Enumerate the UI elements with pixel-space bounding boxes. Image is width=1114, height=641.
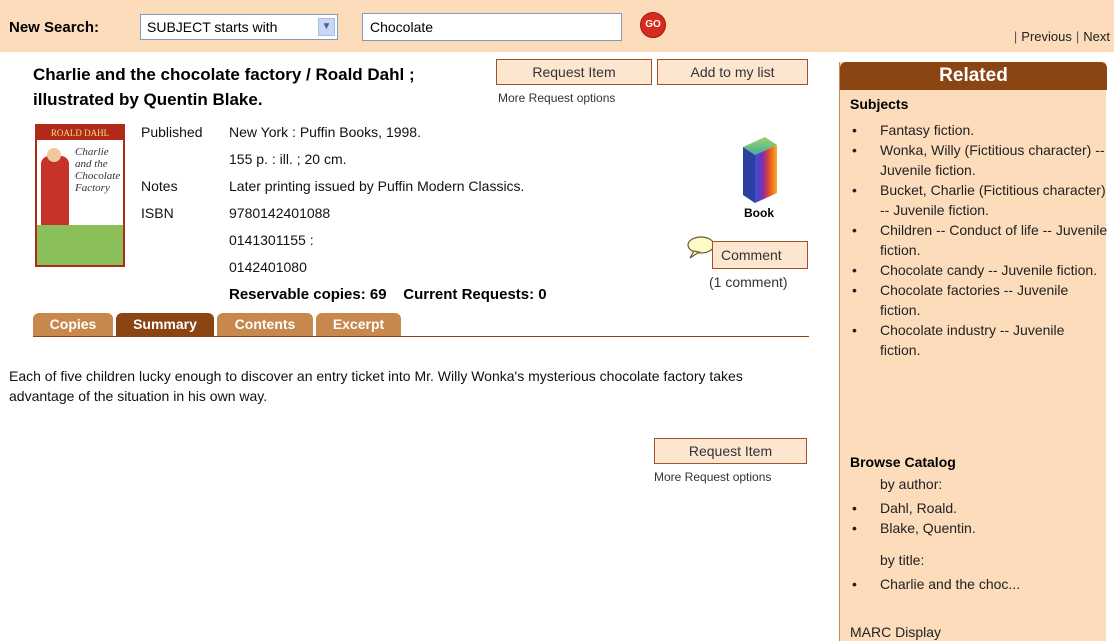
- search-type-select[interactable]: SUBJECT starts with ▼: [140, 14, 338, 40]
- notes-value: Later printing issued by Puffin Modern C…: [229, 178, 525, 194]
- title-link[interactable]: Charlie and the choc...: [850, 574, 1108, 594]
- cover-figure: [41, 156, 69, 226]
- go-button[interactable]: GO: [640, 12, 666, 38]
- physical-description: 155 p. : ill. ; 20 cm.: [229, 151, 347, 167]
- previous-link[interactable]: Previous: [1021, 29, 1072, 44]
- subjects-heading: Subjects: [850, 96, 909, 112]
- isbn-value: 0142401080: [229, 259, 307, 275]
- reservable-copies: Reservable copies: 69 Current Requests: …: [229, 286, 547, 303]
- tab-copies[interactable]: Copies: [33, 313, 113, 336]
- format-label: Book: [744, 206, 774, 220]
- author-link[interactable]: Blake, Quentin.: [850, 518, 1108, 538]
- related-sidebar: Related Subjects Fantasy fiction. Wonka,…: [839, 62, 1108, 641]
- more-request-options-link-bottom[interactable]: More Request options: [654, 470, 771, 484]
- authors-list: Dahl, Roald. Blake, Quentin.: [850, 498, 1108, 538]
- subjects-list: Fantasy fiction. Wonka, Willy (Fictitiou…: [850, 120, 1108, 360]
- subject-link[interactable]: Bucket, Charlie (Fictitious character) -…: [850, 180, 1108, 220]
- search-bar: New Search: SUBJECT starts with ▼ GO |Pr…: [0, 0, 1114, 52]
- book-cover-image[interactable]: ROALD DAHL Charlie and the Chocolate Fac…: [35, 124, 125, 267]
- isbn-value: 9780142401088: [229, 205, 331, 221]
- tab-excerpt[interactable]: Excerpt: [316, 313, 401, 336]
- tab-divider: [33, 336, 809, 337]
- by-author-label: by author:: [880, 476, 943, 492]
- book-title: Charlie and the chocolate factory / Roal…: [33, 65, 415, 109]
- cover-figure-head: [47, 148, 61, 162]
- subject-link[interactable]: Chocolate industry -- Juvenile fiction.: [850, 320, 1108, 360]
- request-item-button-bottom[interactable]: Request Item: [654, 438, 807, 464]
- tab-summary[interactable]: Summary: [116, 313, 214, 336]
- summary-text: Each of five children lucky enough to di…: [9, 368, 743, 404]
- isbn-label: ISBN: [141, 205, 174, 221]
- subject-link[interactable]: Chocolate factories -- Juvenile fiction.: [850, 280, 1108, 320]
- chevron-down-icon[interactable]: ▼: [318, 18, 335, 36]
- subject-link[interactable]: Children -- Conduct of life -- Juvenile …: [850, 220, 1108, 260]
- notes-label: Notes: [141, 178, 178, 194]
- subject-link[interactable]: Fantasy fiction.: [850, 120, 1108, 140]
- published-label: Published: [141, 124, 203, 140]
- related-heading: Related: [840, 62, 1107, 90]
- comment-count[interactable]: (1 comment): [709, 274, 788, 290]
- cover-author: ROALD DAHL: [37, 126, 123, 140]
- author-link[interactable]: Dahl, Roald.: [850, 498, 1108, 518]
- published-value: New York : Puffin Books, 1998.: [229, 124, 421, 140]
- isbn-value: 0141301155 :: [229, 232, 314, 248]
- search-type-value: SUBJECT starts with: [147, 19, 278, 35]
- tab-contents[interactable]: Contents: [217, 313, 313, 336]
- marc-display-link[interactable]: MARC Display: [850, 624, 941, 640]
- subject-link[interactable]: Chocolate candy -- Juvenile fiction.: [850, 260, 1108, 280]
- next-link[interactable]: Next: [1083, 29, 1110, 44]
- book-format-icon: [743, 137, 777, 203]
- prev-next-nav: | Previous | Next: [1013, 29, 1110, 44]
- more-request-options-link[interactable]: More Request options: [498, 91, 615, 105]
- request-item-button[interactable]: Request Item: [496, 59, 652, 85]
- titles-list: Charlie and the choc...: [850, 574, 1108, 594]
- search-input[interactable]: [362, 13, 622, 41]
- comment-button[interactable]: Comment: [712, 241, 808, 269]
- cover-title: Charlie and the Chocolate Factory: [75, 146, 121, 194]
- cover-ground: [37, 225, 123, 265]
- by-title-label: by title:: [880, 552, 925, 568]
- new-search-label: New Search:: [9, 19, 100, 36]
- add-to-list-button[interactable]: Add to my list: [657, 59, 808, 85]
- browse-catalog-heading: Browse Catalog: [850, 454, 956, 470]
- subject-link[interactable]: Wonka, Willy (Fictitious character) -- J…: [850, 140, 1108, 180]
